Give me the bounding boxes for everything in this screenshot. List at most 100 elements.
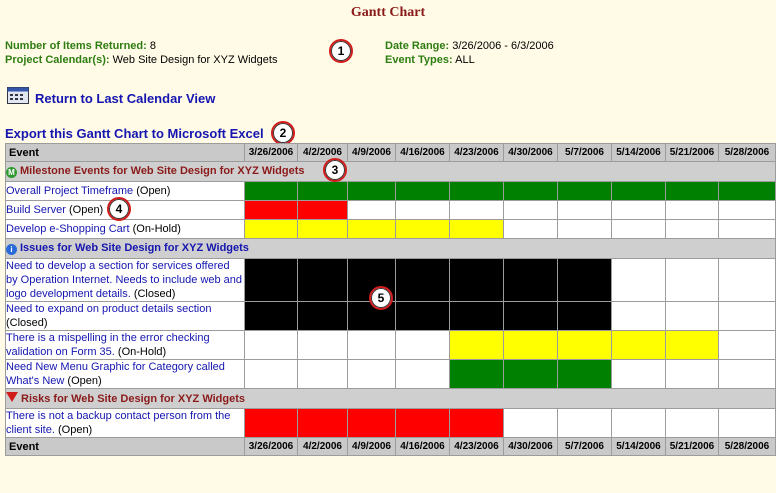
event-status: (Open) <box>136 185 171 197</box>
project-calendar-row: Project Calendar(s): Web Site Design for… <box>5 53 277 67</box>
top-date-header: 5/7/2006 <box>557 143 612 162</box>
event-name-link[interactable]: Need to develop a section for services o… <box>6 260 242 300</box>
gantt-cell <box>665 200 719 220</box>
event-types-row: Event Types: ALL <box>385 53 554 67</box>
gantt-cell <box>297 301 348 331</box>
footer-row: Event 3/26/2006 4/2/2006 4/9/2006 4/16/2006 4… <box>5 437 776 456</box>
event-status: (Closed) <box>6 317 48 329</box>
project-calendar-label: Project Calendar(s): <box>5 54 110 66</box>
section-title: Milestone Events for Web Site Design for… <box>20 165 305 177</box>
event-name-link[interactable]: Build Server <box>6 204 66 216</box>
gantt-cell <box>503 408 558 438</box>
event-row: There is a mispelling in the error check… <box>5 330 776 360</box>
gantt-cell <box>611 301 666 331</box>
top-date-header: 3/26/2006 <box>244 143 298 162</box>
gantt-cell <box>244 219 298 239</box>
gantt-cell <box>503 359 558 389</box>
bottom-date-header: 5/21/2006 <box>665 437 719 456</box>
section-title: Issues for Web Site Design for XYZ Widge… <box>20 242 249 254</box>
gantt-cell <box>718 359 776 389</box>
gantt-cell <box>665 301 719 331</box>
gantt-cell <box>611 359 666 389</box>
event-cell: Develop e-Shopping Cart (On-Hold) <box>5 219 245 239</box>
callout-4: 4 <box>107 197 131 221</box>
gantt-cell <box>557 359 612 389</box>
gantt-cell <box>244 181 298 201</box>
event-name-link[interactable]: Overall Project Timeframe <box>6 185 133 197</box>
gantt-cell <box>347 200 396 220</box>
section-row: M Milestone Events for Web Site Design fo… <box>5 161 776 182</box>
header-row: Event 3/26/2006 4/2/2006 4/9/2006 4/16/2006 4… <box>5 143 776 162</box>
section-header: Risks for Web Site Design for XYZ Widget… <box>5 388 776 409</box>
top-date-header: 5/28/2006 <box>718 143 776 162</box>
gantt-cell <box>665 258 719 302</box>
gantt-cell <box>244 258 298 302</box>
event-status: (Open) <box>68 204 104 216</box>
project-calendar-value: Web Site Design for XYZ Widgets <box>112 54 278 66</box>
bottom-date-header: 4/2/2006 <box>297 437 348 456</box>
event-status: (On-Hold) <box>117 346 167 358</box>
export-excel-link[interactable]: Export this Gantt Chart to Microsoft Exc… <box>5 126 264 141</box>
section-row: Risks for Web Site Design for XYZ Widget… <box>5 388 776 409</box>
gantt-cell <box>503 200 558 220</box>
gantt-cell <box>395 200 450 220</box>
gantt-cell <box>244 359 298 389</box>
gantt-cell <box>297 330 348 360</box>
gantt-cell <box>244 330 298 360</box>
summary-left: Number of Items Returned: 8 Project Cale… <box>5 39 277 67</box>
gantt-cell <box>395 219 450 239</box>
gantt-cell <box>244 301 298 331</box>
gantt-cell <box>557 181 612 201</box>
event-name-link[interactable]: There is a mispelling in the error check… <box>6 332 210 358</box>
page-title: Gantt Chart <box>350 5 426 20</box>
top-event-header: Event <box>5 143 245 162</box>
gantt-cell <box>395 301 450 331</box>
event-row: Need New Menu Graphic for Category calle… <box>5 359 776 389</box>
gantt-cell <box>557 219 612 239</box>
gantt-cell <box>347 330 396 360</box>
event-name-link[interactable]: Need New Menu Graphic for Category calle… <box>6 361 225 387</box>
top-date-header: 4/9/2006 <box>347 143 396 162</box>
bottom-date-header: 4/9/2006 <box>347 437 396 456</box>
gantt-cell <box>611 200 666 220</box>
gantt-cell <box>503 258 558 302</box>
bottom-date-header: 5/7/2006 <box>557 437 612 456</box>
bottom-event-header: Event <box>5 437 245 456</box>
gantt-cell <box>347 359 396 389</box>
issue-icon: i <box>6 244 17 255</box>
gantt-cell <box>395 330 450 360</box>
gantt-cell <box>718 258 776 302</box>
gantt-cell <box>557 330 612 360</box>
gantt-cell <box>665 330 719 360</box>
gantt-cell <box>297 408 348 438</box>
gantt-cell <box>557 200 612 220</box>
gantt-cell <box>244 200 298 220</box>
risk-icon <box>6 392 18 402</box>
event-types-label: Event Types: <box>385 54 453 66</box>
event-name-link[interactable]: There is not a backup contact person fro… <box>6 410 230 436</box>
gantt-cell <box>395 181 450 201</box>
date-range-row: Date Range: 3/26/2006 - 6/3/2006 <box>385 39 554 53</box>
gantt-cell <box>718 200 776 220</box>
callout-2: 2 <box>271 121 295 145</box>
gantt-cell <box>503 181 558 201</box>
callout-5: 5 <box>369 286 393 310</box>
gantt-cell <box>503 330 558 360</box>
gantt-cell <box>557 258 612 302</box>
event-name-link[interactable]: Need to expand on product details sectio… <box>6 303 211 315</box>
callout-3: 3 <box>323 158 347 182</box>
items-returned-value: 8 <box>149 40 156 52</box>
bottom-date-header: 5/28/2006 <box>718 437 776 456</box>
calendar-icon[interactable] <box>7 87 29 104</box>
items-returned-row: Number of Items Returned: 8 <box>5 39 277 53</box>
return-calendar-link[interactable]: Return to Last Calendar View <box>35 91 215 106</box>
gantt-cell <box>395 359 450 389</box>
gantt-cell <box>665 408 719 438</box>
event-status: (Closed) <box>133 288 176 300</box>
gantt-cell <box>718 301 776 331</box>
event-types-value: ALL <box>455 54 475 66</box>
event-name-link[interactable]: Develop e-Shopping Cart <box>6 223 130 235</box>
section-header: i Issues for Web Site Design for XYZ Widg… <box>5 238 776 259</box>
gantt-cell <box>665 181 719 201</box>
gantt-cell <box>611 408 666 438</box>
